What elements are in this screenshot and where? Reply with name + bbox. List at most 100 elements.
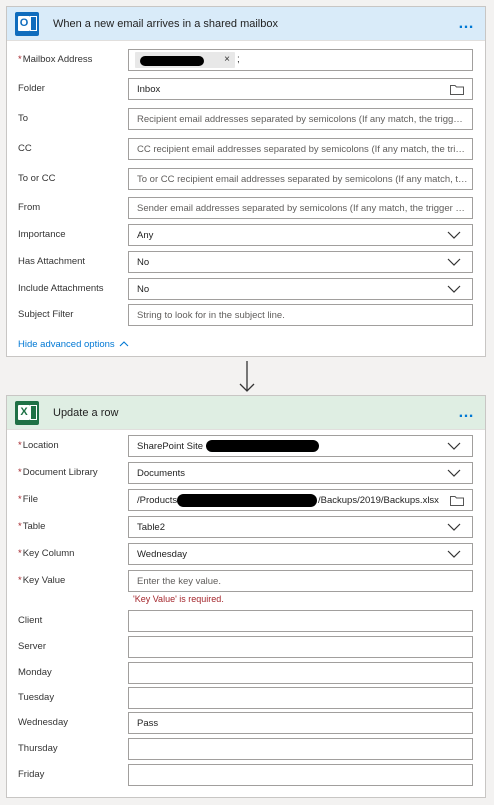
to-placeholder: Recipient email addresses separated by s…: [137, 114, 468, 125]
location-label: *Location: [18, 440, 59, 451]
key-column-dropdown[interactable]: Wednesday: [128, 543, 473, 565]
subject-filter-input[interactable]: String to look for in the subject line.: [128, 304, 473, 326]
has-attachment-row: Has Attachment No: [7, 251, 485, 273]
redacted-mailbox: [140, 56, 204, 66]
cc-row: CC CC recipient email addresses separate…: [7, 138, 485, 160]
more-options-icon[interactable]: …: [458, 404, 475, 420]
table-value: Table2: [137, 522, 165, 533]
has-attachment-dropdown[interactable]: No: [128, 251, 473, 273]
folder-label: Folder: [18, 83, 45, 94]
wednesday-label: Wednesday: [18, 717, 68, 728]
to-label: To: [18, 113, 29, 124]
key-column-row: *Key Column Wednesday: [7, 543, 485, 565]
thursday-row: Thursday: [7, 738, 485, 760]
chevron-down-icon[interactable]: [447, 467, 461, 479]
action-title: Update a row: [53, 406, 119, 419]
redacted-path: [177, 494, 317, 507]
chevron-down-icon[interactable]: [447, 521, 461, 533]
client-input[interactable]: [128, 610, 473, 632]
table-dropdown[interactable]: Table2: [128, 516, 473, 538]
key-value-error: 'Key Value' is required.: [133, 594, 224, 604]
subject-filter-row: Subject Filter String to look for in the…: [7, 304, 485, 326]
to-or-cc-input[interactable]: To or CC recipient email addresses separ…: [128, 168, 473, 190]
file-input[interactable]: /Products /Backups/2019/Backups.xlsx: [128, 489, 473, 511]
server-input[interactable]: [128, 636, 473, 658]
file-row: *File /Products /Backups/2019/Backups.xl…: [7, 489, 485, 511]
trigger-header[interactable]: O When a new email arrives in a shared m…: [7, 7, 485, 41]
trigger-title: When a new email arrives in a shared mai…: [53, 17, 278, 30]
key-value-label: *Key Value: [18, 575, 66, 586]
document-library-label: *Document Library: [18, 467, 98, 478]
folder-input[interactable]: Inbox: [128, 78, 473, 100]
tuesday-input[interactable]: [128, 687, 473, 709]
arrow-down-icon: [239, 361, 255, 392]
wednesday-row: Wednesday Pass: [7, 712, 485, 734]
to-input[interactable]: Recipient email addresses separated by s…: [128, 108, 473, 130]
friday-input[interactable]: [128, 764, 473, 786]
server-label: Server: [18, 641, 46, 652]
file-path-end: /Backups/2019/Backups.xlsx: [318, 495, 439, 506]
client-label: Client: [18, 615, 43, 626]
key-column-label: *Key Column: [18, 548, 75, 559]
document-library-dropdown[interactable]: Documents: [128, 462, 473, 484]
hide-advanced-options-link[interactable]: Hide advanced options: [18, 339, 129, 350]
trigger-card: O When a new email arrives in a shared m…: [6, 6, 486, 357]
include-attachments-label: Include Attachments: [18, 283, 104, 294]
has-attachment-label: Has Attachment: [18, 256, 86, 267]
location-row: *Location SharePoint Site -: [7, 435, 485, 457]
tuesday-row: Tuesday: [7, 687, 485, 709]
server-row: Server: [7, 636, 485, 658]
more-options-icon[interactable]: …: [458, 15, 475, 31]
chevron-down-icon[interactable]: [447, 548, 461, 560]
importance-value: Any: [137, 230, 154, 241]
chevron-down-icon[interactable]: [447, 229, 461, 241]
cc-input[interactable]: CC recipient email addresses separated b…: [128, 138, 473, 160]
cc-label: CC: [18, 143, 32, 154]
wednesday-value: Pass: [137, 718, 159, 729]
include-attachments-row: Include Attachments No: [7, 278, 485, 300]
thursday-label: Thursday: [18, 743, 58, 754]
mailbox-label: *Mailbox Address: [18, 54, 93, 65]
key-column-value: Wednesday: [137, 549, 187, 560]
file-label: *File: [18, 494, 39, 505]
key-value-input[interactable]: Enter the key value.: [128, 570, 473, 592]
subject-filter-placeholder: String to look for in the subject line.: [137, 310, 285, 321]
importance-dropdown[interactable]: Any: [128, 224, 473, 246]
wednesday-input[interactable]: Pass: [128, 712, 473, 734]
include-attachments-value: No: [137, 284, 150, 295]
chevron-down-icon[interactable]: [447, 440, 461, 452]
excel-icon: X: [15, 400, 39, 425]
chevron-up-icon: [119, 341, 129, 347]
to-or-cc-placeholder: To or CC recipient email addresses separ…: [137, 174, 468, 185]
include-attachments-dropdown[interactable]: No: [128, 278, 473, 300]
from-label: From: [18, 202, 41, 213]
key-value-placeholder: Enter the key value.: [137, 576, 221, 587]
from-input[interactable]: Sender email addresses separated by semi…: [128, 197, 473, 219]
folder-icon[interactable]: [450, 84, 464, 95]
remove-token-icon[interactable]: ×: [224, 54, 230, 65]
token-separator: ;: [237, 54, 240, 65]
table-label: *Table: [18, 521, 46, 532]
importance-label: Importance: [18, 229, 66, 240]
folder-row: Folder Inbox: [7, 78, 485, 100]
monday-label: Monday: [18, 667, 52, 678]
friday-label: Friday: [18, 769, 45, 780]
key-value-row: *Key Value Enter the key value.: [7, 570, 485, 592]
document-library-value: Documents: [137, 468, 186, 479]
mailbox-token: ×: [135, 52, 235, 68]
action-header[interactable]: X Update a row …: [7, 396, 485, 430]
client-row: Client: [7, 610, 485, 632]
thursday-input[interactable]: [128, 738, 473, 760]
chevron-down-icon[interactable]: [447, 256, 461, 268]
outlook-icon: O: [15, 11, 39, 36]
mailbox-input[interactable]: × ;: [128, 49, 473, 71]
redacted-site: [206, 440, 319, 452]
to-or-cc-label: To or CC: [18, 173, 56, 184]
tuesday-label: Tuesday: [18, 692, 55, 703]
location-dropdown[interactable]: SharePoint Site -: [128, 435, 473, 457]
folder-icon[interactable]: [450, 495, 464, 506]
chevron-down-icon[interactable]: [447, 283, 461, 295]
monday-input[interactable]: [128, 662, 473, 684]
from-row: From Sender email addresses separated by…: [7, 197, 485, 219]
to-row: To Recipient email addresses separated b…: [7, 108, 485, 130]
